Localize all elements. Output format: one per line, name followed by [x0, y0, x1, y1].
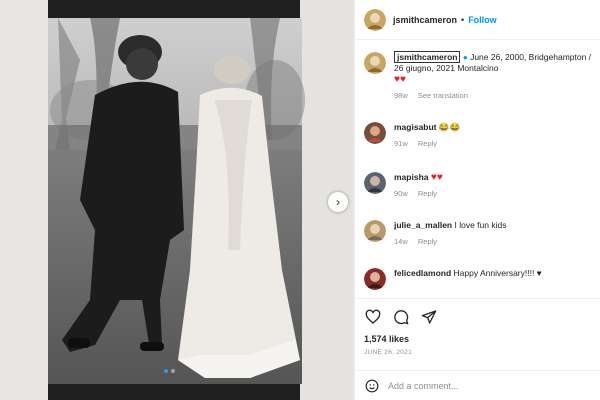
- comment-username[interactable]: magisabut: [394, 122, 437, 132]
- list-item: mapisha ♥♥ 90w Reply: [364, 172, 594, 199]
- next-slide-button[interactable]: ›: [328, 192, 348, 212]
- reply-button[interactable]: Reply: [418, 139, 437, 148]
- avatar[interactable]: [364, 220, 386, 242]
- heart-outline-icon: [365, 309, 381, 324]
- comment-age: 91w: [394, 139, 408, 148]
- reply-button[interactable]: Reply: [418, 237, 437, 246]
- comment-age: 90w: [394, 189, 408, 198]
- comment-username[interactable]: mapisha: [394, 172, 429, 182]
- caption-username[interactable]: jsmithcameron: [394, 51, 461, 63]
- see-translation-link[interactable]: See translation: [418, 91, 468, 100]
- comment-text: 😂😂: [438, 122, 461, 132]
- list-item: magisabut 😂😂 91w Reply: [364, 122, 594, 149]
- comment-age: 14w: [394, 237, 408, 246]
- follow-button[interactable]: Follow: [468, 15, 497, 25]
- smiley-icon[interactable]: [365, 379, 379, 393]
- post-sidebar: jsmithcameron • Follow jsmithcameron ● J…: [354, 0, 600, 400]
- caption-age: 98w: [394, 91, 408, 100]
- comment-text: ♥♥: [430, 172, 443, 183]
- avatar[interactable]: [364, 268, 386, 290]
- avatar[interactable]: [364, 172, 386, 194]
- carousel-indicator: [164, 369, 175, 373]
- caption: jsmithcameron ● June 26, 2000, Bridgeham…: [364, 51, 594, 101]
- like-count[interactable]: 1,574 likes: [364, 334, 592, 344]
- reply-button[interactable]: Reply: [418, 189, 437, 198]
- speech-bubble-icon: [394, 310, 409, 325]
- chevron-right-icon: ›: [336, 195, 340, 209]
- verified-badge-icon: ●: [462, 53, 468, 62]
- comment-button[interactable]: [392, 308, 410, 326]
- post-header: jsmithcameron • Follow: [355, 0, 600, 40]
- paper-plane-icon: [421, 310, 437, 324]
- share-button[interactable]: [420, 308, 438, 326]
- header-separator: •: [461, 14, 465, 25]
- post-actions: 1,574 likes JUNE 26, 2021: [355, 298, 600, 356]
- comment-composer: Add a comment...: [355, 370, 600, 400]
- author-avatar[interactable]: [364, 8, 386, 31]
- comment-username[interactable]: julie_a_mallen: [394, 220, 452, 230]
- comment-list: jsmithcameron ● June 26, 2000, Bridgeham…: [355, 44, 600, 294]
- comment-text: Happy Anniversary!!!! ♥: [453, 268, 542, 278]
- comment-username[interactable]: felicedlamond: [394, 268, 451, 278]
- like-button[interactable]: [364, 308, 382, 326]
- comment-input[interactable]: Add a comment...: [388, 381, 459, 391]
- post-date: JUNE 26, 2021: [364, 349, 412, 356]
- author-avatar[interactable]: [364, 52, 386, 74]
- carousel-dot-2: [171, 369, 175, 373]
- avatar[interactable]: [364, 122, 386, 144]
- list-item: felicedlamond Happy Anniversary!!!! ♥: [364, 268, 594, 290]
- list-item: julie_a_mallen I love fun kids 14w Reply: [364, 220, 594, 247]
- wedding-photo: [0, 0, 354, 400]
- caption-emoji: ♥♥: [394, 74, 406, 85]
- post-media[interactable]: ›: [0, 0, 354, 400]
- author-username[interactable]: jsmithcameron: [393, 15, 457, 25]
- carousel-dot-1: [164, 369, 168, 373]
- comment-text: I love fun kids: [454, 220, 507, 230]
